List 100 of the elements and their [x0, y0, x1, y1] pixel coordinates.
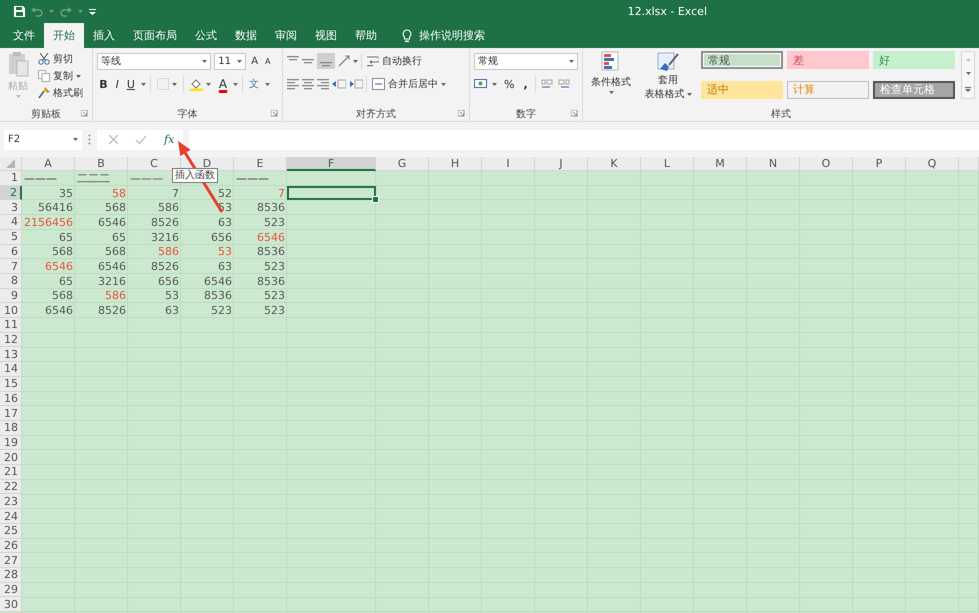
active-cell[interactable]: [287, 186, 376, 200]
row-header[interactable]: 3: [0, 200, 22, 216]
save-icon[interactable]: [14, 6, 25, 17]
borders-button[interactable]: [154, 77, 179, 91]
column-header[interactable]: B: [75, 157, 128, 171]
row-header[interactable]: 20: [0, 450, 22, 466]
row-header[interactable]: 30: [0, 597, 22, 612]
column-header[interactable]: I: [482, 157, 535, 171]
sheet-cell[interactable]: 8526: [128, 259, 181, 274]
column-header[interactable]: A: [22, 157, 75, 171]
ribbon-tab[interactable]: 帮助: [346, 23, 386, 48]
sheet-cell[interactable]: 523: [234, 303, 287, 318]
sheet-cell[interactable]: 8526: [128, 215, 181, 230]
cell-style-option[interactable]: 常规: [701, 51, 783, 69]
row-header[interactable]: 19: [0, 436, 22, 450]
cell-style-option[interactable]: 差: [787, 51, 869, 69]
caret-icon[interactable]: [265, 82, 270, 86]
font-name-field[interactable]: 等线: [97, 52, 212, 70]
caret-icon[interactable]: [206, 82, 211, 86]
row-header[interactable]: 18: [0, 420, 22, 436]
copy-button[interactable]: 复制: [36, 68, 85, 84]
row-header[interactable]: 28: [0, 568, 22, 583]
shrink-font-button[interactable]: A: [263, 56, 273, 66]
row-header[interactable]: 4: [0, 215, 22, 230]
caret-icon[interactable]: [140, 82, 146, 86]
row-header[interactable]: 6: [0, 244, 22, 260]
row-header[interactable]: 11: [0, 318, 22, 333]
row-header[interactable]: 26: [0, 538, 22, 554]
column-header[interactable]: Q: [906, 157, 959, 171]
sheet-cell[interactable]: 656: [181, 230, 234, 245]
sheet-cell[interactable]: 65: [22, 274, 75, 289]
sheet-cell[interactable]: 523: [181, 303, 234, 318]
row-header[interactable]: 1: [0, 171, 22, 186]
customize-icon[interactable]: [89, 8, 96, 14]
tell-me-search[interactable]: 操作说明搜索: [398, 23, 489, 48]
align-left-icon[interactable]: [287, 78, 300, 90]
row-header[interactable]: 25: [0, 524, 22, 539]
sheet-cell[interactable]: 8536: [234, 274, 287, 289]
column-header[interactable]: M: [694, 157, 747, 171]
sheet-cell[interactable]: 7: [128, 186, 181, 200]
sheet-cell[interactable]: 56416: [22, 200, 75, 216]
sheet-cell[interactable]: 8536: [234, 200, 287, 216]
row-header[interactable]: 22: [0, 480, 22, 494]
row-header[interactable]: 10: [0, 303, 22, 318]
dialog-launcher-icon[interactable]: [271, 110, 278, 117]
row-header[interactable]: 16: [0, 392, 22, 406]
sheet-cell[interactable]: 568: [22, 244, 75, 260]
row-header[interactable]: 2: [0, 186, 22, 200]
row-header[interactable]: 8: [0, 274, 22, 289]
insert-function-button[interactable]: fx: [164, 133, 174, 146]
row-header[interactable]: 29: [0, 582, 22, 598]
caret-icon[interactable]: [353, 60, 358, 62]
sheet-cell[interactable]: 523: [234, 259, 287, 274]
column-header[interactable]: C: [128, 157, 181, 171]
align-right-icon[interactable]: [317, 78, 330, 90]
caret-icon[interactable]: [172, 82, 177, 86]
bold-button[interactable]: B: [97, 76, 110, 92]
check-icon[interactable]: [136, 135, 146, 144]
column-header[interactable]: K: [588, 157, 641, 171]
sheet-cell[interactable]: 3216: [128, 230, 181, 245]
caret-icon[interactable]: [76, 74, 81, 78]
row-header[interactable]: 9: [0, 288, 22, 304]
format-painter-button[interactable]: 格式刷: [36, 85, 85, 101]
sheet-cell[interactable]: 568: [22, 288, 75, 304]
sheet-cell[interactable]: 568: [75, 200, 128, 216]
sheet-cell[interactable]: 568: [75, 244, 128, 260]
sheet-cell[interactable]: 8536: [234, 244, 287, 260]
sheet-cell[interactable]: 523: [234, 215, 287, 230]
row-header[interactable]: 12: [0, 332, 22, 348]
sheet-cell[interactable]: 63: [181, 215, 234, 230]
sheet-cell[interactable]: 586: [128, 200, 181, 216]
dialog-launcher-icon[interactable]: [458, 110, 465, 117]
dialog-launcher-icon[interactable]: [571, 110, 578, 117]
caret-icon[interactable]: [686, 92, 692, 96]
row-header[interactable]: 24: [0, 509, 22, 524]
column-header[interactable]: G: [376, 157, 429, 171]
percent-button[interactable]: %: [502, 76, 516, 92]
sheet-cell[interactable]: 6546: [75, 259, 128, 274]
decrease-decimal-icon[interactable]: [558, 78, 570, 90]
number-format-field[interactable]: 常规: [474, 52, 578, 70]
sheet-cell[interactable]: 6546: [22, 303, 75, 318]
increase-decimal-icon[interactable]: [540, 78, 553, 90]
column-header[interactable]: O: [800, 157, 853, 171]
phonetic-button[interactable]: 文: [247, 76, 262, 92]
conditional-formatting-button[interactable]: 条件格式: [587, 51, 635, 106]
column-header[interactable]: N: [747, 157, 800, 171]
sheet-cell[interactable]: 63: [181, 259, 234, 274]
sheet-cell[interactable]: ———: [22, 171, 75, 186]
sheet-cell[interactable]: 8526: [75, 303, 128, 318]
row-header[interactable]: 27: [0, 553, 22, 568]
caret-icon[interactable]: [202, 60, 208, 62]
sheet-cell[interactable]: 65: [75, 230, 128, 245]
row-header[interactable]: 17: [0, 406, 22, 421]
center-icon[interactable]: [302, 78, 314, 90]
sheet-cell[interactable]: 53: [128, 288, 181, 304]
ribbon-tab[interactable]: 审阅: [266, 23, 306, 48]
increase-indent-icon[interactable]: [349, 78, 364, 90]
dialog-launcher-icon[interactable]: [81, 110, 88, 117]
caret-icon[interactable]: [233, 82, 238, 86]
sheet-cell[interactable]: 52: [181, 186, 234, 200]
